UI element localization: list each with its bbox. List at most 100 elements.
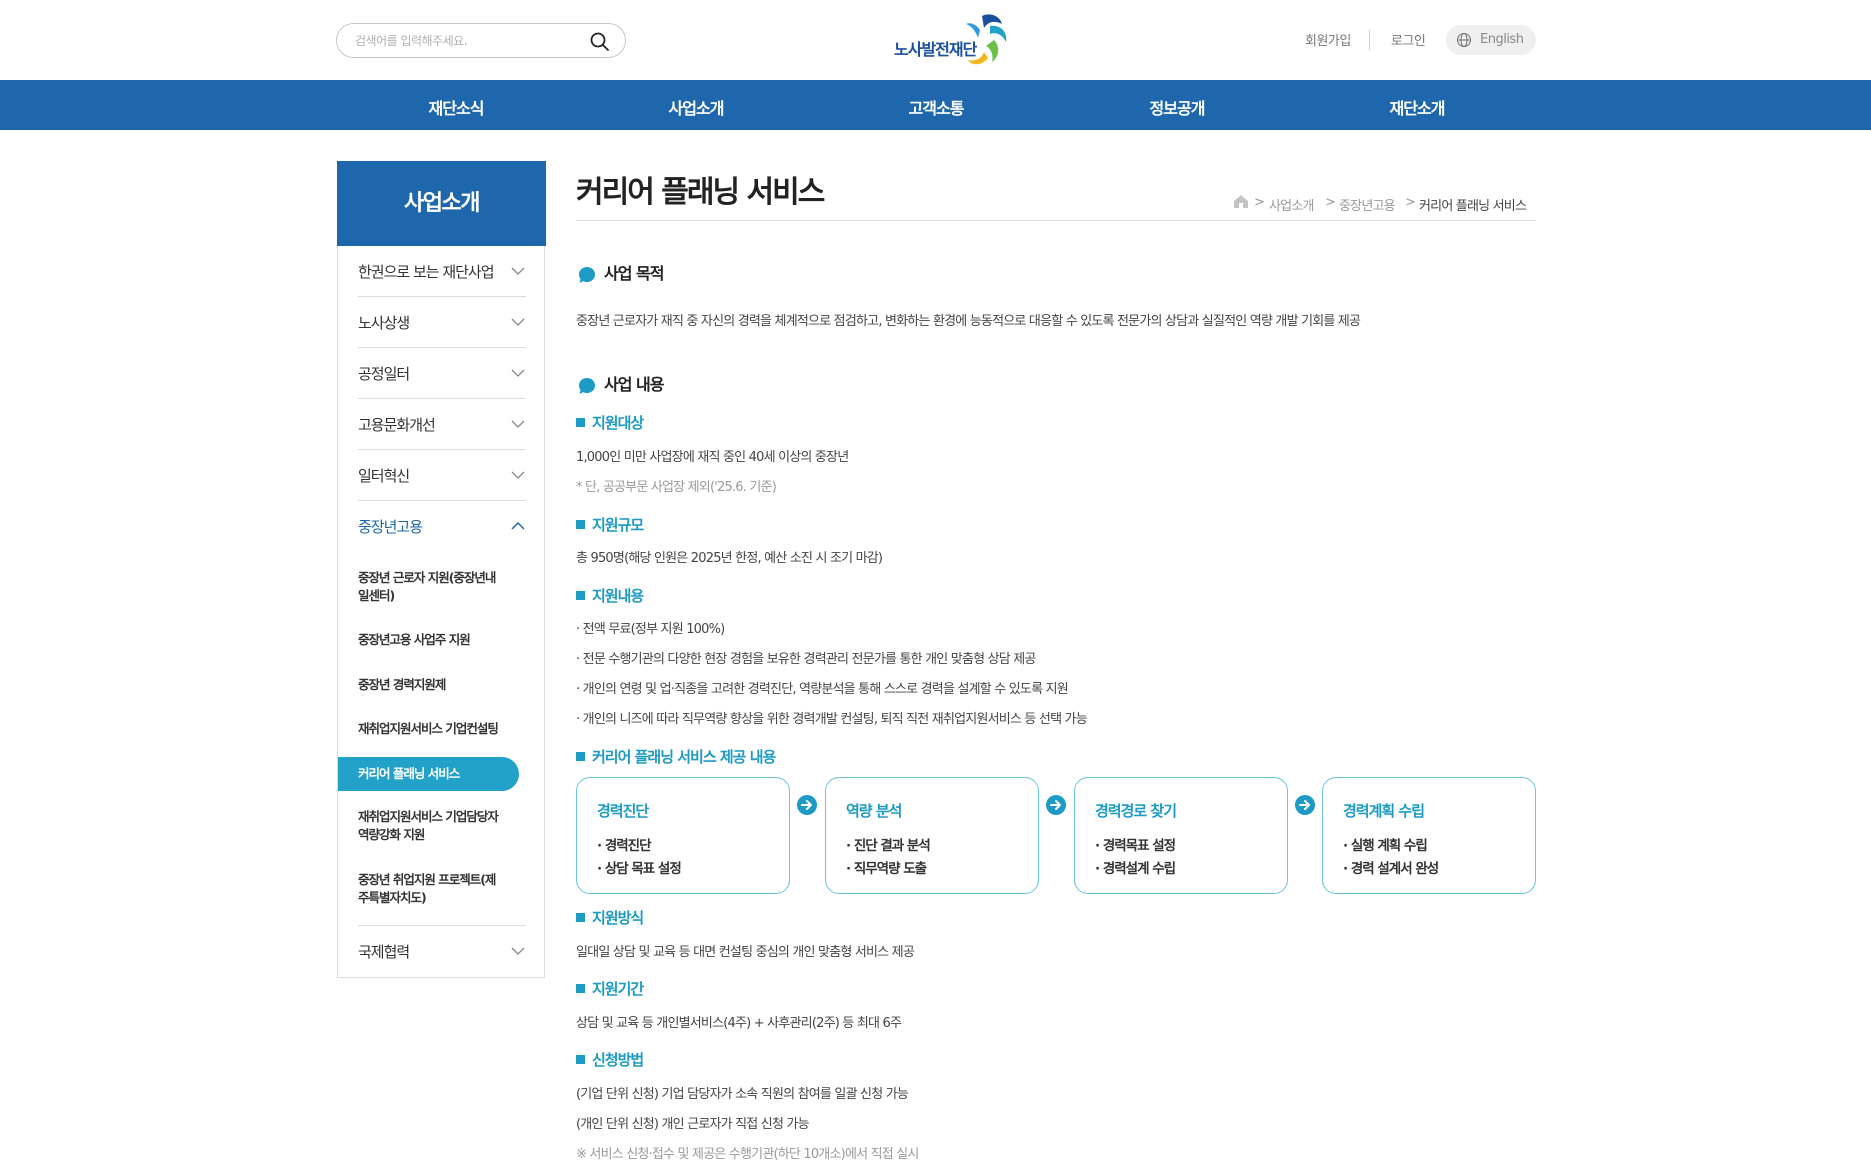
target-text: 1,000인 미만 사업장에 재직 중인 40세 이상의 중장년 [576,450,849,465]
sub-item-label: 역량강화 지원 [358,827,425,842]
subheading-service: 커리어 플래닝 서비스 제공 내용 [576,746,776,767]
sidebar-item-business-book[interactable]: 한권으로 보는 재단사업 [358,246,526,297]
chevron-down-icon [511,420,525,428]
period-text: 상담 및 교육 등 개인별서비스(4주) + 사후관리(2주) 등 최대 6주 [576,1016,902,1031]
step-item: · 진단 결과 분석 [846,838,931,854]
sidebar-item-culture[interactable]: 고용문화개선 [358,399,526,450]
breadcrumb-middle-age[interactable]: 중장년고용 [1339,195,1396,214]
search-box[interactable] [336,23,626,58]
step-item: · 경력설계 수립 [1095,861,1176,877]
sub-item-label: 재취업지원서비스 기업컨설팅 [358,721,499,736]
util-divider [1369,30,1370,50]
sub-item-label: 중장년고용 사업주 지원 [358,632,471,647]
logo-text: 노사발전재단 [894,40,977,59]
sub-item-manager-training[interactable]: 재취업지원서비스 기업담당자 역량강화 지원 [358,808,526,844]
gnb-item-news[interactable]: 재단소식 [386,95,526,119]
sub-item-label: 일센터) [358,588,395,603]
sub-item-career-planning[interactable]: 커리어 플래닝 서비스 [338,757,519,791]
section-heading-content: 사업 내용 [578,371,664,395]
detail-item: · 개인의 니즈에 따라 직무역량 향상을 위한 경력개발 컨설팅, 퇴직 직전… [576,712,1088,727]
subheading-details: 지원내용 [576,585,644,606]
subheading-method: 지원방식 [576,907,644,928]
sub-item-label: 중장년 경력지원제 [358,677,446,692]
step-item: · 상담 목표 설정 [597,861,682,877]
language-button[interactable]: English [1446,25,1536,55]
chevron-up-icon [511,521,525,530]
purpose-text: 중장년 근로자가 재직 중 자신의 경력을 체계적으로 점검하고, 변화하는 환… [576,314,1361,329]
step-item: · 직무역량 도출 [846,861,927,877]
apply-text: (기업 단위 신청) 기업 담당자가 소속 직원의 참여를 일괄 신청 가능 [576,1087,909,1102]
step-item: · 경력목표 설정 [1095,838,1176,854]
step-card-diagnosis: 경력진단 · 경력진단 · 상담 목표 설정 [576,777,790,894]
step-card-path: 경력경로 찾기 · 경력목표 설정 · 경력설계 수립 [1074,777,1288,894]
breadcrumb-business[interactable]: 사업소개 [1269,195,1314,214]
sidebar-item-international[interactable]: 국제협력 [358,925,526,976]
step-title: 경력경로 찾기 [1095,802,1177,820]
login-link[interactable]: 로그인 [1391,30,1426,49]
sidebar-item-labor[interactable]: 노사상생 [358,297,526,348]
home-icon[interactable] [1232,193,1250,209]
step-item: · 경력진단 [597,838,652,854]
search-icon[interactable] [589,31,611,53]
arrow-right-icon [797,795,817,815]
apply-text: (개인 단위 신청) 개인 근로자가 직접 신청 가능 [576,1117,810,1132]
step-title: 경력계획 수립 [1343,802,1425,820]
breadcrumb-sep: > [1325,195,1336,210]
logo[interactable]: 노사발전재단 [890,10,1020,70]
detail-item: · 전액 무료(정부 지원 100%) [576,622,725,637]
breadcrumb-sep: > [1405,195,1416,210]
step-item: · 실행 계획 수립 [1343,838,1428,854]
sidebar-item-label: 고용문화개선 [358,416,436,434]
sidebar-item-label: 중장년고용 [358,518,423,536]
arrow-right-icon [1046,795,1066,815]
section-heading-label: 사업 목적 [604,264,664,283]
detail-item: · 전문 수행기관의 다양한 현장 경험을 보유한 경력관리 전문가를 통한 개… [576,652,1036,667]
sidebar-item-label: 노사상생 [358,314,410,332]
chevron-down-icon [511,947,525,955]
subheading-scale: 지원규모 [576,514,644,535]
join-link[interactable]: 회원가입 [1305,30,1351,49]
sub-item-label: 중장년 취업지원 프로젝트(제 [358,872,496,887]
detail-item: · 개인의 연령 및 업·직종을 고려한 경력진단, 역량분석을 통해 스스로 … [576,682,1069,697]
step-card-analysis: 역량 분석 · 진단 결과 분석 · 직무역량 도출 [825,777,1039,894]
scale-text: 총 950명(해당 인원은 2025년 한정, 예산 소진 시 조기 마감) [576,551,883,566]
section-heading-label: 사업 내용 [604,375,664,394]
target-note: * 단, 공공부문 사업장 제외('25.6. 기준) [576,480,777,495]
main-navigation: 재단소식 사업소개 고객소통 정보공개 재단소개 [0,80,1871,130]
sub-item-employer-support[interactable]: 중장년고용 사업주 지원 [358,631,526,649]
chevron-down-icon [511,369,525,377]
gnb-item-customer[interactable]: 고객소통 [866,95,1006,119]
subheading-apply: 신청방법 [576,1049,644,1070]
language-label: English [1480,32,1524,47]
sidebar-item-fair-work[interactable]: 공정일터 [358,348,526,399]
chevron-down-icon [511,267,525,275]
sidebar-item-middle-age[interactable]: 중장년고용 [358,501,526,552]
sub-item-consulting[interactable]: 재취업지원서비스 기업컨설팅 [358,720,526,738]
method-text: 일대일 상담 및 교육 등 대면 컨설팅 중심의 개인 맞춤형 서비스 제공 [576,945,915,960]
apply-note: ※ 서비스 신청·접수 및 제공은 수행기관(하단 10개소)에서 직접 실시 [576,1147,919,1162]
gnb-item-about[interactable]: 재단소개 [1347,95,1487,119]
sub-item-label: 재취업지원서비스 기업담당자 [358,809,499,824]
search-input[interactable] [355,31,575,51]
globe-icon [1456,32,1472,48]
sidebar: 사업소개 한권으로 보는 재단사업 노사상생 공정일터 고용문화개선 일터혁신 … [337,161,546,978]
gnb-item-business[interactable]: 사업소개 [626,95,766,119]
sidebar-item-label: 공정일터 [358,365,410,383]
sub-item-label: 중장년 근로자 지원(중장년내 [358,570,496,585]
sub-item-worker-support[interactable]: 중장년 근로자 지원(중장년내 일센터) [358,569,526,605]
sidebar-item-label: 국제협력 [358,943,410,961]
sidebar-title: 사업소개 [337,161,546,246]
breadcrumb-sep: > [1254,195,1265,210]
chevron-down-icon [511,471,525,479]
title-divider [576,220,1536,221]
step-title: 역량 분석 [846,802,902,820]
sub-item-career-support[interactable]: 중장년 경력지원제 [358,676,526,694]
sidebar-item-innovation[interactable]: 일터혁신 [358,450,526,501]
step-item: · 경력 설계서 완성 [1343,861,1439,877]
sidebar-item-label: 한권으로 보는 재단사업 [358,263,495,281]
sub-item-jeju-project[interactable]: 중장년 취업지원 프로젝트(제 주특별자치도) [358,871,526,907]
subheading-period: 지원기간 [576,978,644,999]
chevron-down-icon [511,318,525,326]
section-heading-purpose: 사업 목적 [578,260,664,284]
gnb-item-disclosure[interactable]: 정보공개 [1107,95,1247,119]
